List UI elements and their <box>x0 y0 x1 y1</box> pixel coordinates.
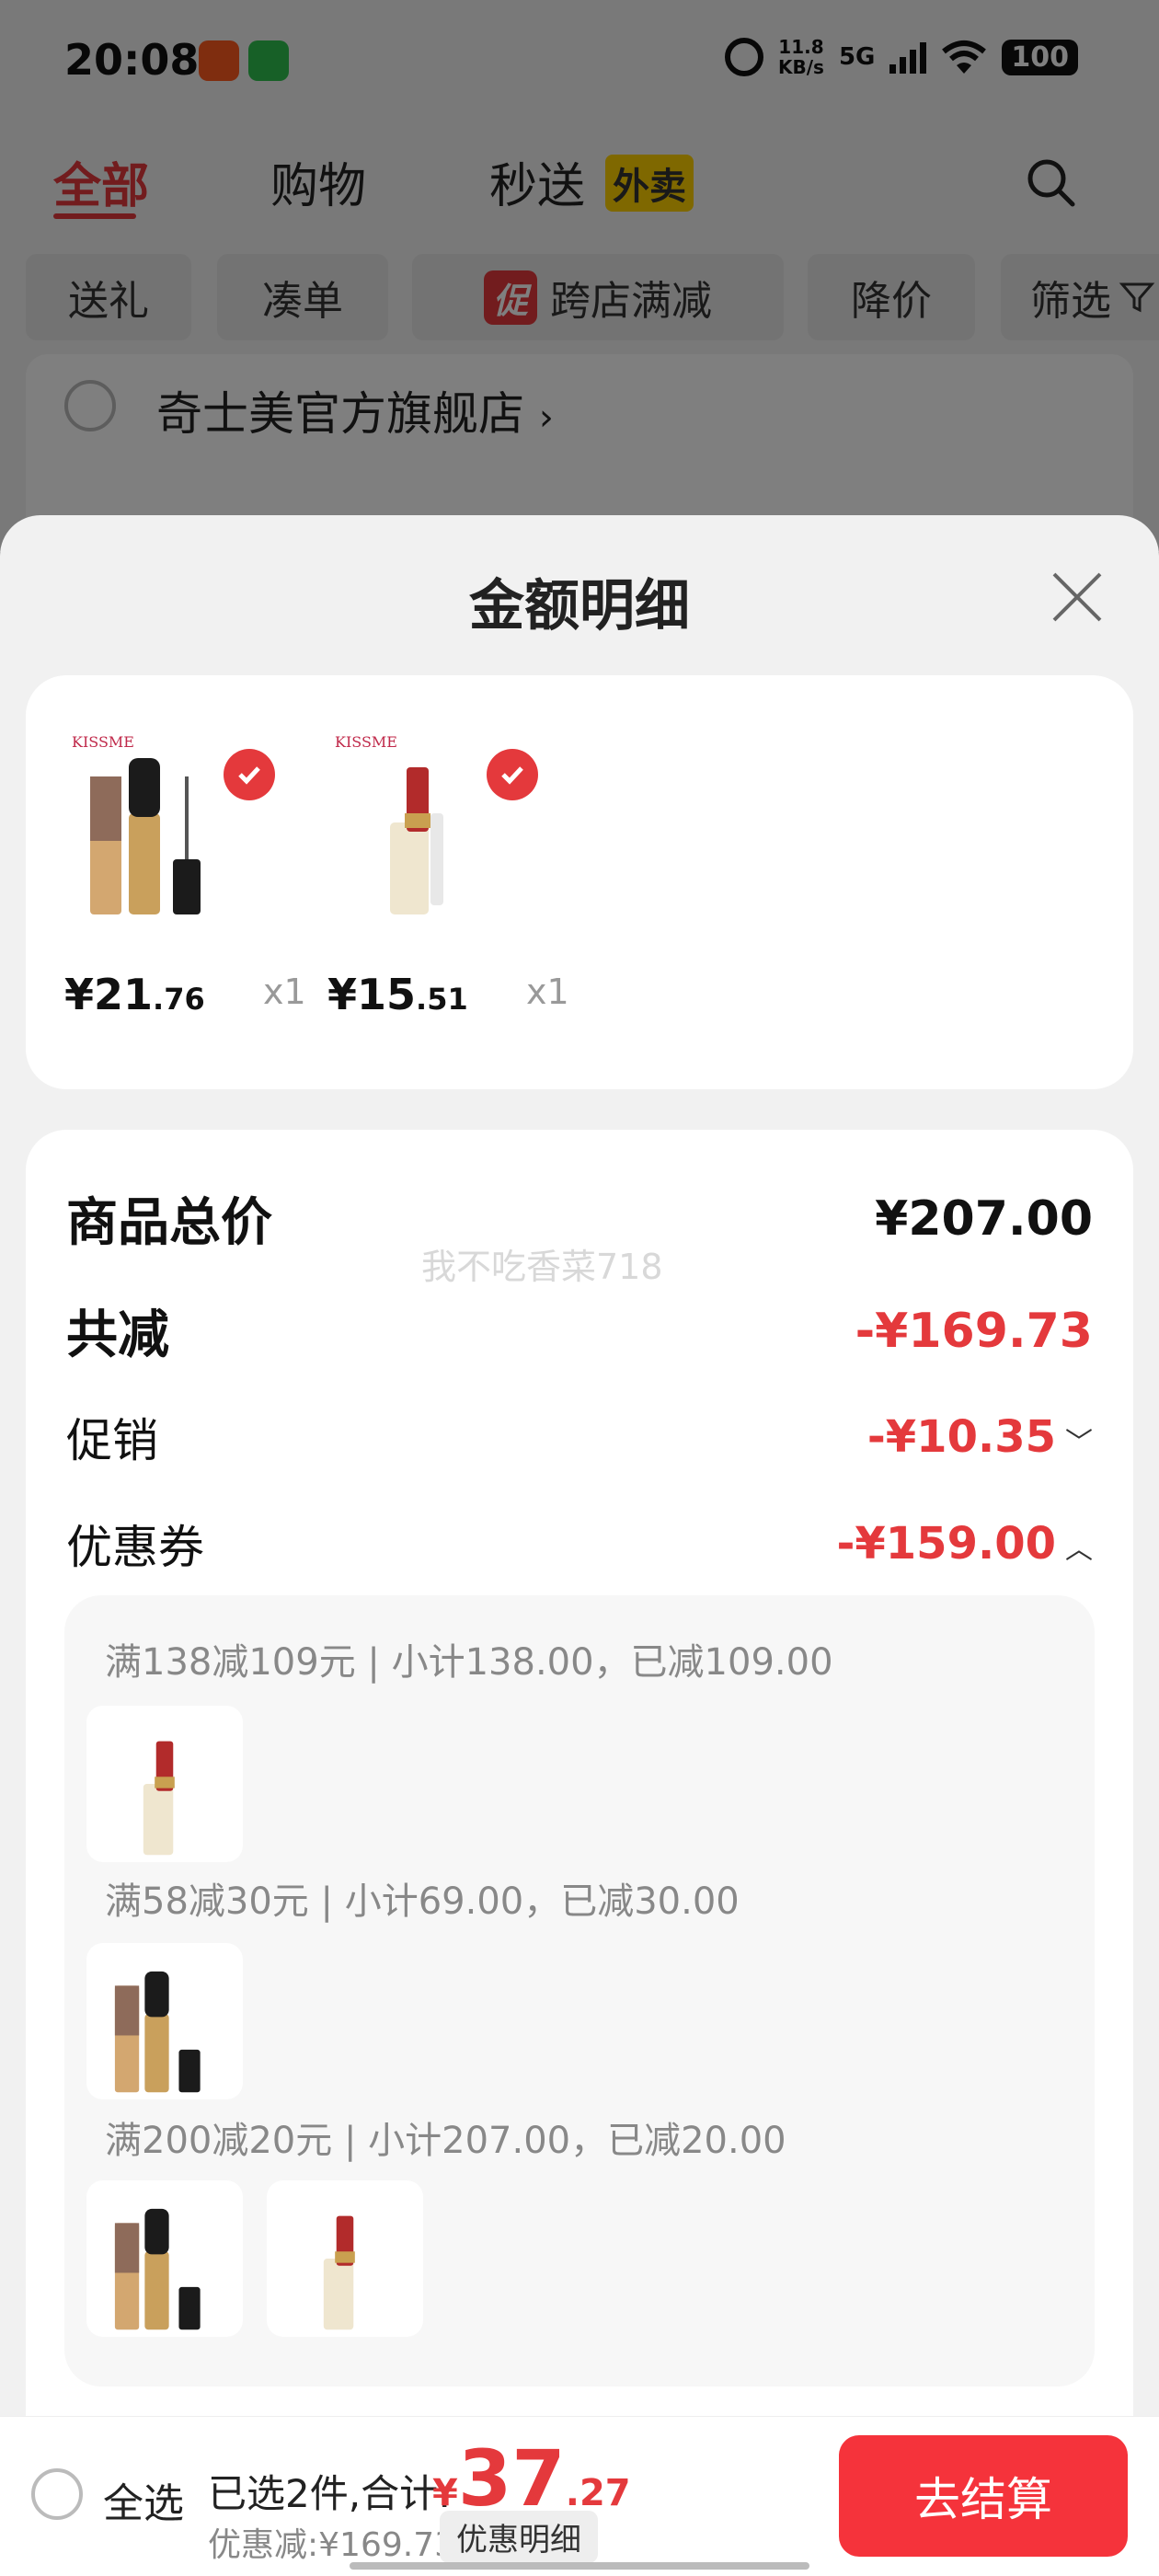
goods-price: ¥21.76 <box>64 970 205 1019</box>
goods-price: ¥15.51 <box>327 970 468 1019</box>
sheet-title: 金额明细 <box>469 574 690 638</box>
coupon-goods-thumb <box>86 1706 243 1862</box>
chevron-down-icon: ﹀ <box>1065 1427 1093 1459</box>
coupon-goods-thumb <box>86 2180 243 2337</box>
select-all-radio[interactable] <box>31 2468 83 2520</box>
checked-icon[interactable] <box>487 749 538 800</box>
coupon-goods-thumb <box>86 1943 243 2099</box>
amount-detail-card: 我不吃香菜718 商品总价 ¥207.00 共减 -¥169.73 促销 -¥1… <box>26 1130 1133 2576</box>
promotion-value: -¥10.35 <box>866 1411 1056 1463</box>
amount-detail-sheet: 金额明细 KISSME ¥21.76 x1 KISSME ¥15.51 x1 我… <box>0 515 1159 2576</box>
total-reduce-label: 共减 <box>66 1305 169 1365</box>
row-coupon[interactable]: 优惠券 -¥159.00 ︿ <box>66 1511 1093 1577</box>
mascara-product-image: KISSME <box>72 733 201 914</box>
coupon-rule: 满138减109元 | 小计138.00，已减109.00 <box>105 1641 833 1684</box>
row-promotion[interactable]: 促销 -¥10.35 ﹀ <box>66 1404 1093 1470</box>
coupon-rule: 满200减20元 | 小计207.00，已减20.00 <box>105 2120 786 2162</box>
checkout-bar: 全选 已选2件,合计: ¥37.27 优惠减:¥169.73 优惠明细 去结算 <box>0 2416 1159 2576</box>
goods-item[interactable]: KISSME ¥21.76 x1 <box>26 721 306 1034</box>
lipstick-product-image <box>323 2215 355 2330</box>
mascara-product-image <box>114 2208 201 2330</box>
home-indicator[interactable] <box>350 2562 809 2570</box>
selected-goods-card: KISSME ¥21.76 x1 KISSME ¥15.51 x1 <box>26 675 1133 1089</box>
svg-text:KISSME: KISSME <box>72 733 134 751</box>
mascara-product-image <box>114 1971 201 2093</box>
coupon-value-group: -¥159.00 ︿ <box>836 1518 1093 1570</box>
selected-count-text: 已选2件,合计: <box>208 2471 452 2516</box>
goods-item[interactable]: KISSME ¥15.51 x1 <box>289 721 569 1034</box>
coupon-value: -¥159.00 <box>836 1518 1056 1570</box>
coupon-goods-thumb <box>267 2180 423 2337</box>
coupon-label: 优惠券 <box>66 1521 204 1574</box>
discount-summary: 优惠减:¥169.73 <box>208 2526 455 2564</box>
coupon-breakdown: 满138减109元 | 小计138.00，已减109.00 满58减30元 | … <box>64 1595 1095 2386</box>
goods-quantity: x1 <box>526 972 569 1012</box>
close-icon[interactable] <box>1049 569 1106 626</box>
checked-icon[interactable] <box>224 749 275 800</box>
row-goods-total: 商品总价 ¥207.00 <box>66 1181 1093 1256</box>
goods-total-label: 商品总价 <box>66 1193 272 1253</box>
checkout-button[interactable]: 去结算 <box>839 2435 1128 2557</box>
select-all-label[interactable]: 全选 <box>103 2470 184 2529</box>
lipstick-product-image: KISSME <box>335 733 443 914</box>
total-reduce-value: -¥169.73 <box>855 1303 1093 1359</box>
lipstick-product-image <box>143 1741 175 1856</box>
promotion-value-group: -¥10.35 ﹀ <box>867 1411 1093 1463</box>
chevron-up-icon: ︿ <box>1065 1534 1093 1566</box>
coupon-rule: 满58减30元 | 小计69.00，已减30.00 <box>105 1880 740 1923</box>
goods-total-value: ¥207.00 <box>875 1190 1093 1247</box>
row-total-reduce: 共减 -¥169.73 <box>66 1294 1093 1368</box>
svg-text:KISSME: KISSME <box>335 733 397 751</box>
promotion-label: 促销 <box>66 1414 158 1467</box>
discount-detail-button[interactable]: 优惠明细 <box>440 2511 598 2563</box>
